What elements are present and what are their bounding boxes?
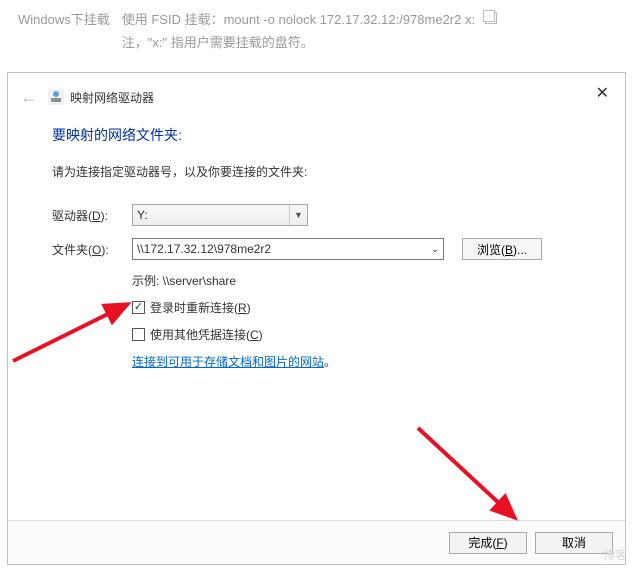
cancel-button[interactable]: 取消 bbox=[535, 532, 613, 554]
dialog-instruction: 请为连接指定驱动器号，以及你要连接的文件夹: bbox=[52, 163, 591, 180]
finish-button[interactable]: 完成(F) bbox=[449, 532, 527, 554]
dialog-heading: 要映射的网络文件夹: bbox=[52, 125, 591, 145]
drive-label: 驱动器(D): bbox=[52, 207, 124, 224]
browse-button[interactable]: 浏览(B)... bbox=[462, 238, 542, 260]
close-icon[interactable]: ✕ bbox=[590, 81, 615, 105]
back-icon: ← bbox=[20, 87, 38, 108]
map-network-drive-dialog: ← 映射网络驱动器 ✕ 要映射的网络文件夹: 请为连接指定驱动器号，以及你要连接… bbox=[7, 72, 626, 565]
dialog-header: ← 映射网络驱动器 ✕ bbox=[8, 73, 625, 121]
context-label: Windows下挂载 bbox=[18, 8, 110, 55]
network-drive-icon bbox=[48, 89, 64, 105]
context-text: Windows下挂载 使用 FSID 挂载：mount -o nolock 17… bbox=[0, 0, 633, 63]
example-text: 示例: \\server\share bbox=[132, 272, 591, 289]
dialog-footer: 完成(F) 取消 bbox=[8, 520, 625, 564]
drive-value: Y: bbox=[137, 208, 148, 222]
dialog-body: 要映射的网络文件夹: 请为连接指定驱动器号，以及你要连接的文件夹: 驱动器(D)… bbox=[8, 121, 625, 520]
folder-label: 文件夹(O): bbox=[52, 241, 124, 258]
chevron-down-icon: ⌄ bbox=[427, 239, 443, 259]
folder-combobox[interactable]: \\172.17.32.12\978me2r2 ⌄ bbox=[132, 238, 444, 260]
reconnect-label: 登录时重新连接(R) bbox=[150, 299, 251, 316]
watermark: 博客 bbox=[603, 546, 627, 563]
copy-icon[interactable] bbox=[485, 12, 497, 24]
drive-select[interactable]: Y: ▼ bbox=[132, 204, 308, 226]
context-line1: 使用 FSID 挂载：mount -o nolock 172.17.32.12:… bbox=[122, 12, 475, 27]
chevron-down-icon: ▼ bbox=[289, 205, 307, 225]
context-line2: 注，"x:" 指用户需要挂载的盘符。 bbox=[122, 35, 314, 50]
storage-website-link[interactable]: 连接到可用于存储文档和图片的网站 bbox=[132, 355, 324, 369]
other-creds-label: 使用其他凭据连接(C) bbox=[150, 326, 263, 343]
folder-value: \\172.17.32.12\978me2r2 bbox=[137, 242, 271, 256]
dialog-title: 映射网络驱动器 bbox=[70, 89, 154, 106]
link-suffix: 。 bbox=[324, 355, 336, 369]
other-creds-checkbox[interactable] bbox=[132, 328, 145, 341]
reconnect-checkbox[interactable]: ✓ bbox=[132, 301, 145, 314]
